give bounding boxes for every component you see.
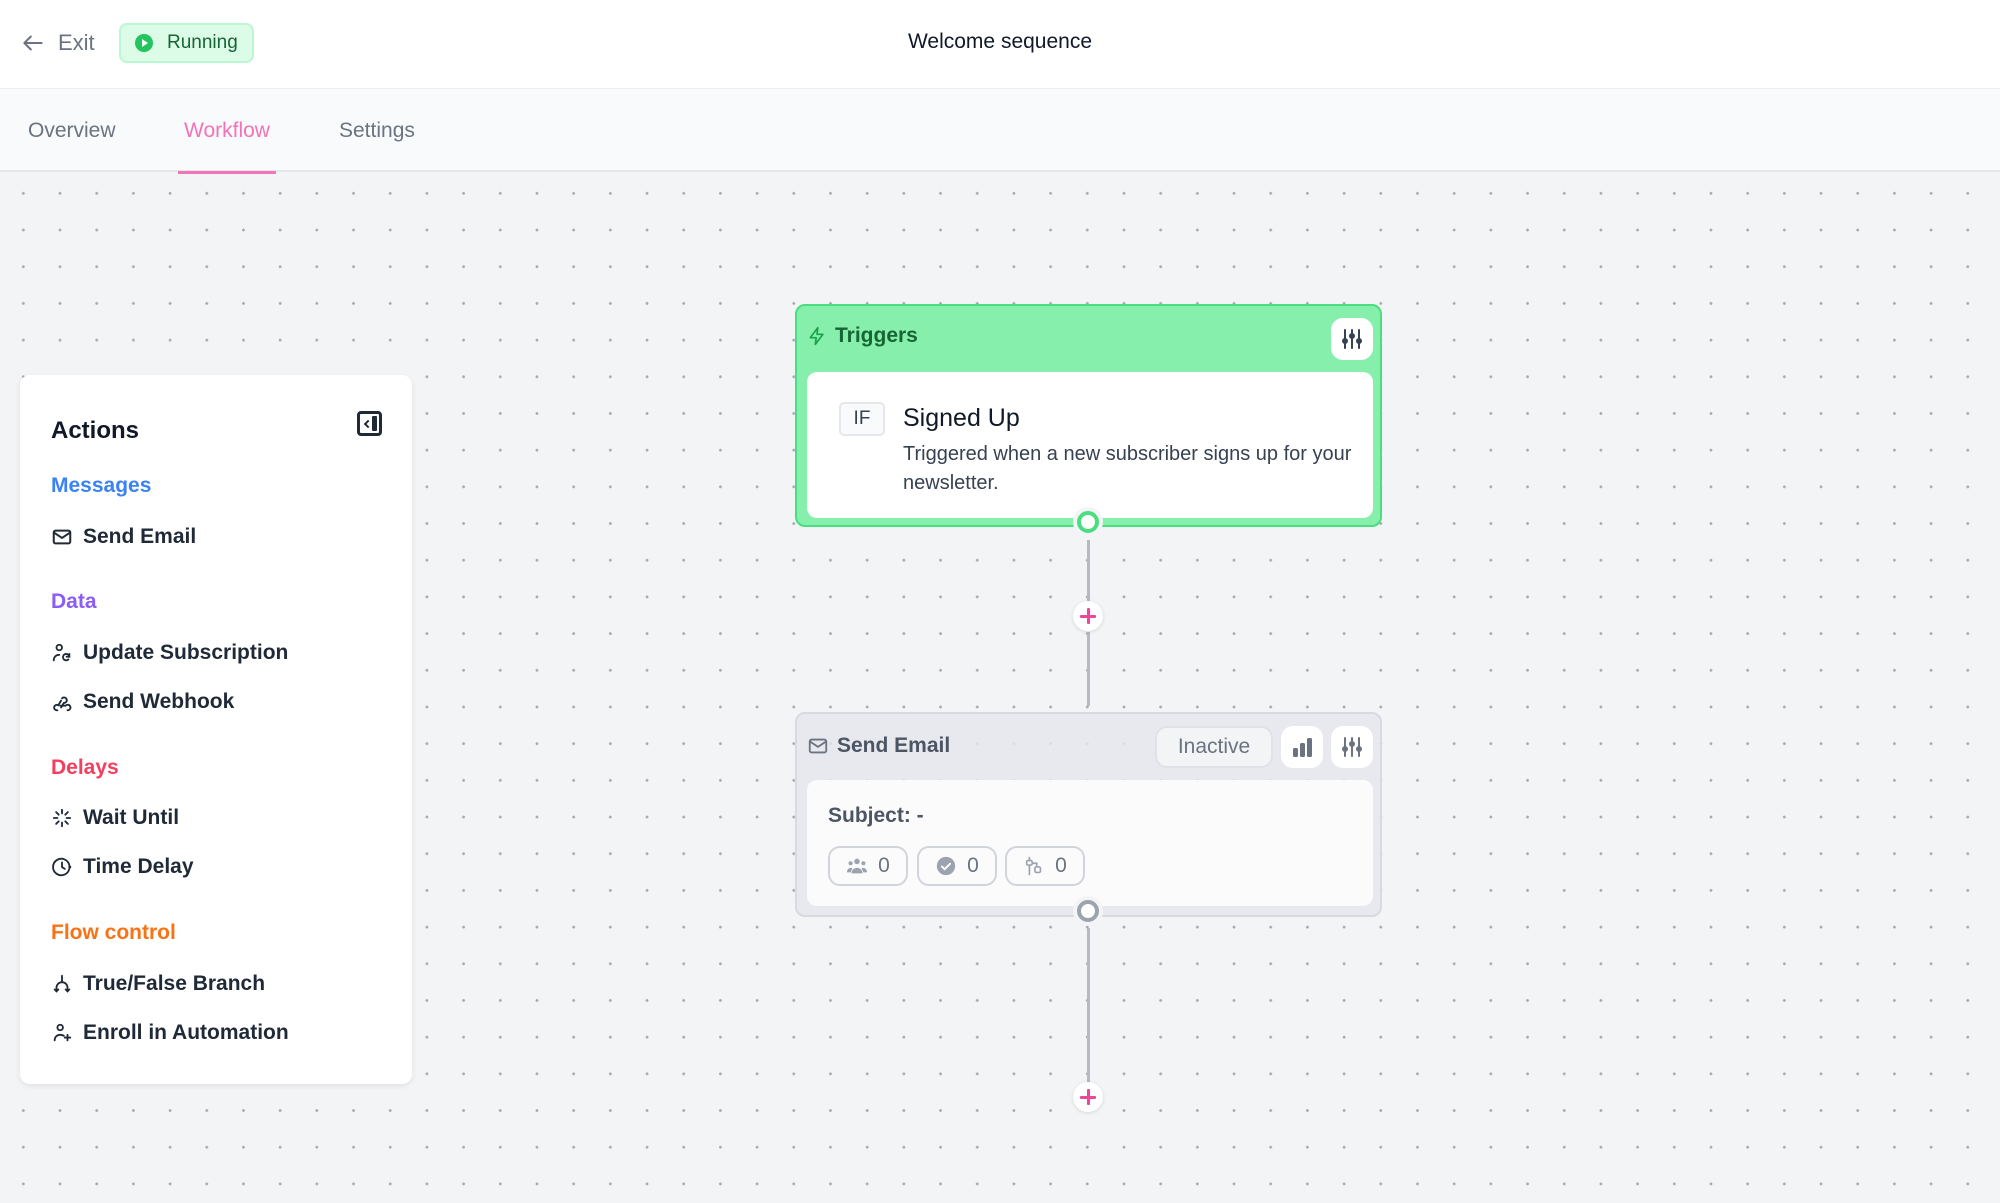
- action-time-delay[interactable]: Time Delay: [51, 855, 194, 879]
- mail-icon: [52, 529, 72, 545]
- action-label: Send Email: [83, 525, 197, 548]
- step-status-toggle[interactable]: Inactive: [1155, 726, 1273, 768]
- webhook-icon: [53, 696, 72, 712]
- top-bar: Exit Running Welcome sequence: [0, 0, 2000, 89]
- loader-icon: [52, 808, 72, 828]
- stat-flow: 0: [1005, 846, 1085, 886]
- stat-delivered: 0: [917, 846, 997, 886]
- trigger-name: Signed Up: [903, 404, 1020, 432]
- add-step-button[interactable]: [1073, 601, 1103, 631]
- stat-value: 0: [878, 854, 890, 877]
- user-plus-icon: [53, 1023, 72, 1042]
- action-label: Time Delay: [83, 855, 194, 878]
- connector-line: [1087, 540, 1090, 602]
- connector-line: [1087, 632, 1090, 706]
- action-wait-until[interactable]: Wait Until: [51, 806, 179, 830]
- trigger-header-label: Triggers: [835, 324, 918, 347]
- check-circle-icon: [936, 856, 956, 876]
- email-subject: Subject: -: [828, 804, 924, 827]
- group-label-data: Data: [51, 590, 97, 613]
- tab-settings[interactable]: Settings: [339, 89, 415, 172]
- trigger-body: IF Signed Up Triggered when a new subscr…: [807, 372, 1373, 518]
- action-label: Send Webhook: [83, 690, 235, 713]
- trigger-output-port[interactable]: [1073, 507, 1103, 537]
- trigger-header: Triggers: [807, 324, 918, 348]
- lightning-icon: [809, 326, 824, 346]
- tab-bar: Overview Workflow Settings: [0, 89, 2000, 174]
- tab-overview[interactable]: Overview: [28, 89, 116, 172]
- send-email-body: Subject: - 0 0 0: [807, 780, 1373, 906]
- group-label-messages: Messages: [51, 474, 152, 497]
- trigger-settings-button[interactable]: [1331, 318, 1373, 360]
- send-email-header-label: Send Email: [837, 734, 951, 757]
- connector-line: [1087, 928, 1090, 1083]
- condition-chip: IF: [839, 402, 885, 436]
- send-email-output-port[interactable]: [1073, 896, 1103, 926]
- group-label-flow-control: Flow control: [51, 921, 176, 944]
- stat-recipients: 0: [828, 846, 908, 886]
- action-label: Enroll in Automation: [83, 1021, 289, 1044]
- step-analytics-button[interactable]: [1281, 726, 1323, 768]
- collapse-panel-button[interactable]: [357, 411, 382, 436]
- action-send-email[interactable]: Send Email: [51, 525, 196, 549]
- page-title: Welcome sequence: [907, 30, 1093, 53]
- user-cycle-icon: [52, 643, 71, 662]
- mail-icon: [808, 738, 828, 754]
- action-update-subscription[interactable]: Update Subscription: [51, 641, 288, 665]
- action-label: True/False Branch: [83, 972, 266, 995]
- trigger-node[interactable]: Triggers IF Signed Up Triggered when a n…: [795, 304, 1382, 527]
- actions-title: Actions: [51, 417, 140, 444]
- sliders-icon: [1342, 737, 1362, 757]
- action-label: Wait Until: [83, 806, 180, 829]
- send-email-node[interactable]: Send Email Inactive Subject: - 0 0 0: [795, 712, 1382, 917]
- add-step-button[interactable]: [1073, 1082, 1103, 1112]
- action-label: Update Subscription: [83, 641, 289, 664]
- bar-chart-icon: [1293, 738, 1312, 757]
- actions-panel: Actions Messages Send Email Data Update …: [20, 375, 412, 1084]
- stat-value: 0: [1055, 854, 1067, 877]
- action-enroll-in-automation[interactable]: Enroll in Automation: [51, 1021, 289, 1045]
- stat-value: 0: [967, 854, 979, 877]
- tab-workflow[interactable]: Workflow: [178, 89, 276, 174]
- action-send-webhook[interactable]: Send Webhook: [51, 690, 234, 714]
- step-settings-button[interactable]: [1331, 726, 1373, 768]
- group-label-delays: Delays: [51, 756, 119, 779]
- flow-icon: [1025, 856, 1042, 876]
- trigger-description: Triggered when a new subscriber signs up…: [903, 443, 1352, 494]
- branch-icon: [53, 974, 71, 993]
- action-true-false-branch[interactable]: True/False Branch: [51, 972, 265, 996]
- clock-icon: [52, 857, 72, 877]
- users-icon: [847, 858, 868, 874]
- sliders-icon: [1342, 329, 1362, 349]
- send-email-header: Send Email: [807, 734, 950, 758]
